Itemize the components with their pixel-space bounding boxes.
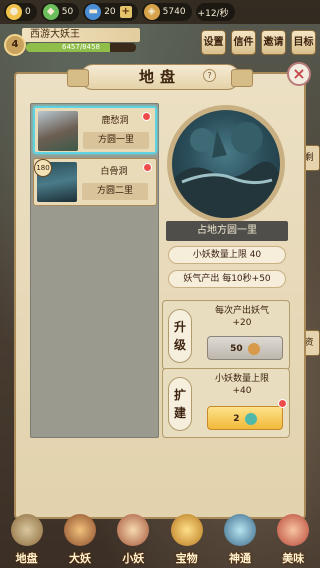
scroll-icon <box>247 342 260 355</box>
exp-bar: 6457/8458 <box>26 43 136 52</box>
territory-thumbnail <box>38 111 78 151</box>
expand-section: 扩建 小妖数量上限 +40 2 <box>162 368 290 438</box>
nav-treasure[interactable]: 宝物 <box>163 512 211 566</box>
nav-magic[interactable]: 神通 <box>216 512 264 566</box>
nav-big-demon[interactable]: 大妖 <box>56 512 104 566</box>
cave-scene-icon <box>172 122 280 218</box>
bottom-nav: 地盘 大妖 小妖 宝物 神通 美味 <box>0 510 320 568</box>
occupied-area: 占地方圆一里 <box>166 221 288 241</box>
jade-icon: ◆ <box>42 4 59 20</box>
territory-name: 鹿愁洞 <box>101 116 129 126</box>
territory-size: 方圆一里 <box>83 132 149 149</box>
goal-button[interactable]: 目标 <box>291 30 316 55</box>
close-button[interactable]: × <box>287 62 311 86</box>
treasure-icon <box>170 514 203 546</box>
player-level: 4 <box>4 34 26 56</box>
player-name: 西游大妖王 <box>22 28 140 42</box>
nav-small-demon[interactable]: 小妖 <box>109 512 157 566</box>
upgrade-desc: 每次产出妖气 +20 <box>214 306 269 328</box>
upgrade-button[interactable]: 50 <box>207 336 283 360</box>
small-demon-icon <box>117 514 150 546</box>
panel-title: 地盘 <box>67 64 253 90</box>
nav-food[interactable]: 美味 <box>269 512 317 566</box>
territory-card-2[interactable]: 180 白骨洞 方圆二里 <box>33 158 157 206</box>
nav-territory[interactable]: 地盘 <box>3 512 51 566</box>
notification-dot <box>143 163 152 172</box>
help-icon[interactable]: ? <box>203 69 216 82</box>
notification-dot <box>142 112 151 121</box>
add-ticket-button[interactable]: + <box>119 6 132 18</box>
territory-list: 鹿愁洞 方圆一里 180 白骨洞 方圆二里 <box>30 103 159 438</box>
expand-button[interactable]: 2 <box>207 406 283 430</box>
territory-card-1[interactable]: 鹿愁洞 方圆一里 <box>33 106 157 154</box>
mail-button[interactable]: 信件 <box>231 30 256 55</box>
invite-button[interactable]: 邀请 <box>261 30 286 55</box>
resource-ticket: ▬ 20 + <box>83 3 138 21</box>
ticket-icon: ▬ <box>85 4 102 20</box>
resource-jade: ◆ 50 <box>40 3 80 21</box>
territory-icon <box>10 514 43 546</box>
coin-icon: ● <box>6 4 22 20</box>
settings-button[interactable]: 设置 <box>201 30 226 55</box>
territory-size: 方圆二里 <box>82 183 148 200</box>
jade-icon <box>244 412 257 425</box>
expand-label: 扩建 <box>168 377 192 431</box>
magic-icon <box>223 514 256 546</box>
exp-text: 6457/8458 <box>62 43 100 51</box>
energy-output: 妖气产出 每10秒+50 <box>168 270 286 288</box>
gem-icon: ◈ <box>143 4 160 20</box>
imp-limit: 小妖数量上限 40 <box>168 246 286 264</box>
level-badge: 180 <box>34 159 52 177</box>
top-buttons: 设置 信件 邀请 目标 <box>201 30 316 55</box>
resource-coin: ● 0 <box>4 3 37 21</box>
resource-gem: ◈ 5740 <box>141 3 192 21</box>
territory-name: 白骨洞 <box>100 167 128 177</box>
expand-desc: 小妖数量上限 +40 <box>214 374 269 396</box>
territory-preview-image <box>167 105 285 223</box>
upgrade-section: 升级 每次产出妖气 +20 50 <box>162 300 290 370</box>
resource-energy: +12/秒 <box>195 3 235 21</box>
player-header[interactable]: 西游大妖王 6457/8458 4 <box>0 26 160 56</box>
food-icon <box>277 514 310 546</box>
big-demon-icon <box>63 514 96 546</box>
upgrade-label: 升级 <box>168 309 192 363</box>
notification-dot <box>278 399 287 408</box>
resource-bar: ● 0 ◆ 50 ▬ 20 + ◈ 5740 +12/秒 <box>0 0 320 24</box>
